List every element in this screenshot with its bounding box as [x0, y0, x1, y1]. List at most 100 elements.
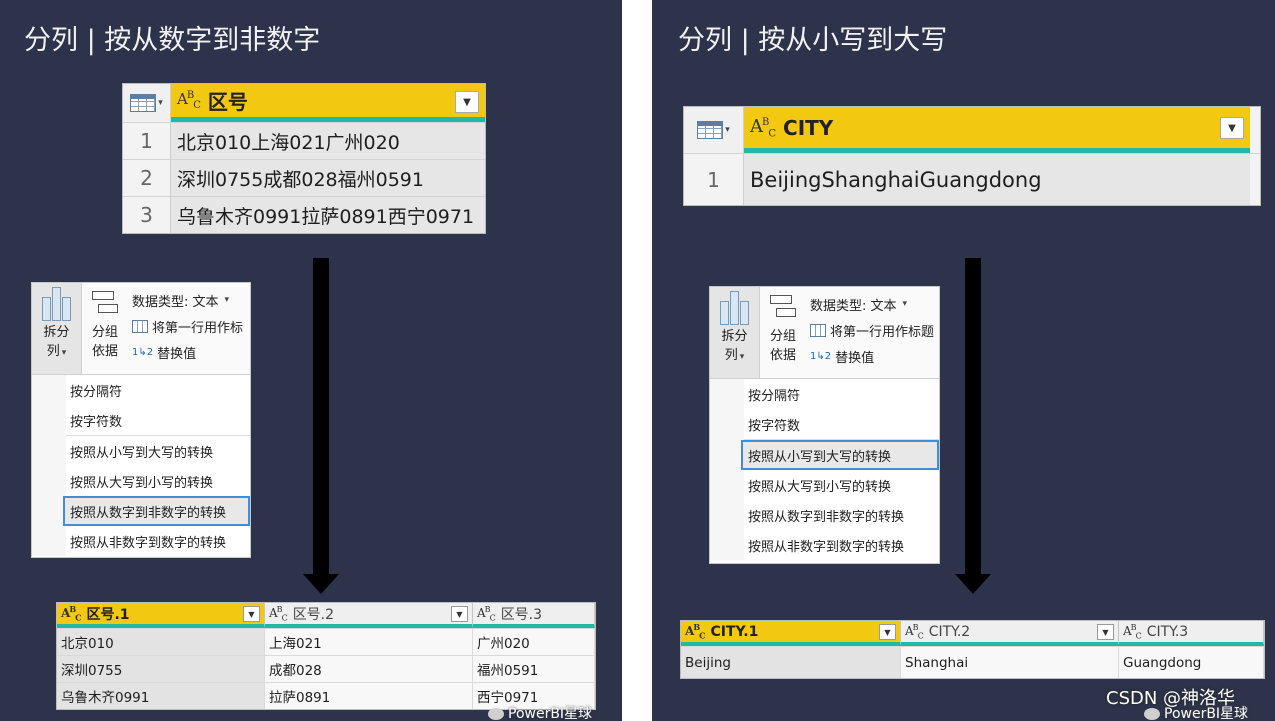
arrow-head: [955, 574, 991, 594]
cell[interactable]: 北京010: [57, 629, 265, 655]
cell[interactable]: 深圳0755成都028福州0591: [171, 160, 485, 196]
split-column-menu: 拆分 列 ▾ 分组 依据 数据类型: 文本 ▾ 将第一行用作标 1↳2 替换值 按分隔…: [31, 282, 251, 558]
menu-item-upper-to-lower[interactable]: 按照从大写到小写的转换: [66, 466, 250, 496]
table-icon: [132, 319, 148, 333]
cell[interactable]: Shanghai: [901, 647, 1119, 678]
table-icon: [697, 121, 724, 139]
table-menu-button[interactable]: ▾: [684, 107, 744, 153]
caret-down-icon: ▾: [902, 299, 908, 309]
result-table: ABC CITY.1 ▼ ABC CITY.2 ▼ ABC CITY.3 Beijing …: [680, 620, 1265, 679]
cell[interactable]: Beijing: [681, 647, 901, 678]
menu-item-lower-to-upper[interactable]: 按照从小写到大写的转换: [741, 440, 939, 470]
group-by-button[interactable]: 分组 依据: [760, 287, 806, 378]
column-name: CITY: [783, 115, 834, 140]
source-table: ▾ ABC CITY ▼ 1 BeijingShanghaiGuangdong: [683, 106, 1261, 206]
data-type-dropdown[interactable]: 数据类型: 文本 ▾: [132, 287, 250, 313]
split-label: 拆分: [721, 329, 748, 344]
cell[interactable]: BeijingShanghaiGuangdong: [744, 154, 1250, 205]
replace-values-button[interactable]: 1↳2 替换值: [132, 339, 250, 365]
text-type-icon: ABC: [61, 604, 82, 623]
caret-down-icon: ▾: [224, 295, 230, 305]
table-icon: [810, 323, 826, 337]
cell[interactable]: 乌鲁木齐0991: [57, 683, 265, 709]
column-name: CITY.1: [710, 623, 759, 640]
column-name: 区号.2: [292, 606, 335, 623]
column-header[interactable]: ABC CITY ▼: [744, 107, 1250, 153]
table-row: 深圳0755 成都028 福州0591: [57, 655, 595, 682]
cell[interactable]: 上海021: [265, 629, 473, 655]
split-column-icon: [41, 287, 72, 321]
group-by-icon: [90, 289, 120, 317]
split-label: 拆分: [43, 325, 70, 340]
menu-item-by-delimiter[interactable]: 按分隔符: [744, 379, 939, 409]
column-header[interactable]: ABC 区号.1 ▼: [57, 603, 265, 628]
menu-item-by-characters[interactable]: 按字符数: [744, 409, 939, 439]
table-row: Beijing Shanghai Guangdong: [681, 646, 1264, 678]
column-name: 区号: [207, 90, 248, 114]
use-first-row-label: 将第一行用作标: [152, 320, 244, 336]
group-label-2: 依据: [91, 344, 118, 359]
column-header[interactable]: ABC 区号 ▼: [171, 84, 485, 122]
wechat-icon: [488, 708, 504, 720]
cell[interactable]: 福州0591: [473, 656, 595, 682]
cell[interactable]: 广州020: [473, 629, 595, 655]
table-row: 3 乌鲁木齐0991拉萨0891西宁0971: [123, 196, 485, 233]
down-arrow: [313, 258, 329, 576]
menu-item-by-characters[interactable]: 按字符数: [66, 405, 250, 435]
filter-dropdown-icon[interactable]: ▼: [243, 606, 260, 622]
column-header[interactable]: ABC CITY.2 ▼: [901, 621, 1119, 646]
column-header[interactable]: ABC 区号.2 ▼: [265, 603, 473, 628]
cell[interactable]: Guangdong: [1119, 647, 1264, 678]
table-menu-button[interactable]: ▾: [123, 84, 171, 122]
split-column-button[interactable]: 拆分 列 ▾: [710, 287, 760, 378]
replace-values-label: 替换值: [157, 346, 197, 362]
filter-dropdown-icon[interactable]: ▼: [879, 624, 896, 640]
column-header[interactable]: ABC 区号.3: [473, 603, 595, 628]
table-row: 2 深圳0755成都028福州0591: [123, 159, 485, 196]
row-number: 3: [123, 197, 171, 233]
right-panel: 分列 | 按从小写到大写 ▾ ABC CITY ▼ 1 BeijingShang…: [652, 0, 1275, 721]
cell[interactable]: 乌鲁木齐0991拉萨0891西宁0971: [171, 197, 485, 233]
use-first-row-button[interactable]: 将第一行用作标: [132, 313, 250, 339]
menu-item-upper-to-lower[interactable]: 按照从大写到小写的转换: [744, 470, 939, 500]
filter-dropdown-icon[interactable]: ▼: [451, 606, 468, 622]
text-type-icon: ABC: [685, 622, 706, 641]
split-label-2: 列: [724, 348, 738, 363]
cell[interactable]: 深圳0755: [57, 656, 265, 682]
split-column-menu: 拆分 列 ▾ 分组 依据 数据类型: 文本 ▾ 将第一行用作标题 1↳2 替换值 按分…: [709, 286, 940, 564]
replace-values-button[interactable]: 1↳2 替换值: [810, 343, 939, 369]
caret-down-icon: ▾: [725, 125, 730, 135]
column-name: 区号.3: [500, 606, 543, 623]
data-type-label: 数据类型: 文本: [810, 298, 897, 314]
menu-item-digit-to-nondigit[interactable]: 按照从数字到非数字的转换: [744, 500, 939, 530]
left-panel: 分列 | 按从数字到非数字 ▾ ABC 区号 ▼ 1 北京010上海021广州0…: [0, 0, 622, 721]
filter-dropdown-icon[interactable]: ▼: [455, 91, 479, 113]
cell[interactable]: 北京010上海021广州020: [171, 123, 485, 159]
source-table: ▾ ABC 区号 ▼ 1 北京010上海021广州020 2 深圳0755成都0…: [122, 83, 486, 234]
cell[interactable]: 成都028: [265, 656, 473, 682]
filter-dropdown-icon[interactable]: ▼: [1097, 624, 1114, 640]
text-type-icon: ABC: [905, 622, 924, 641]
column-header[interactable]: ABC CITY.3: [1119, 621, 1264, 646]
column-name: CITY.3: [1146, 623, 1189, 640]
data-type-dropdown[interactable]: 数据类型: 文本 ▾: [810, 291, 939, 317]
data-type-label: 数据类型: 文本: [132, 294, 219, 310]
group-by-button[interactable]: 分组 依据: [82, 283, 128, 374]
cell[interactable]: 拉萨0891: [265, 683, 473, 709]
menu-item-by-delimiter[interactable]: 按分隔符: [66, 375, 250, 405]
menu-item-digit-to-nondigit[interactable]: 按照从数字到非数字的转换: [63, 496, 250, 526]
group-label: 分组: [91, 325, 118, 340]
column-header[interactable]: ABC CITY.1 ▼: [681, 621, 901, 646]
replace-icon: 1↳2: [132, 346, 154, 358]
menu-item-nondigit-to-digit[interactable]: 按照从非数字到数字的转换: [744, 530, 939, 560]
group-label-2: 依据: [769, 348, 796, 363]
row-number: 2: [123, 160, 171, 196]
use-first-row-button[interactable]: 将第一行用作标题: [810, 317, 939, 343]
replace-icon: 1↳2: [810, 350, 832, 362]
text-type-icon: ABC: [1123, 622, 1142, 641]
split-column-icon: [719, 291, 750, 325]
menu-item-lower-to-upper[interactable]: 按照从小写到大写的转换: [66, 436, 250, 466]
split-column-button[interactable]: 拆分 列 ▾: [32, 283, 82, 374]
menu-item-nondigit-to-digit[interactable]: 按照从非数字到数字的转换: [66, 526, 250, 556]
filter-dropdown-icon[interactable]: ▼: [1220, 117, 1244, 139]
